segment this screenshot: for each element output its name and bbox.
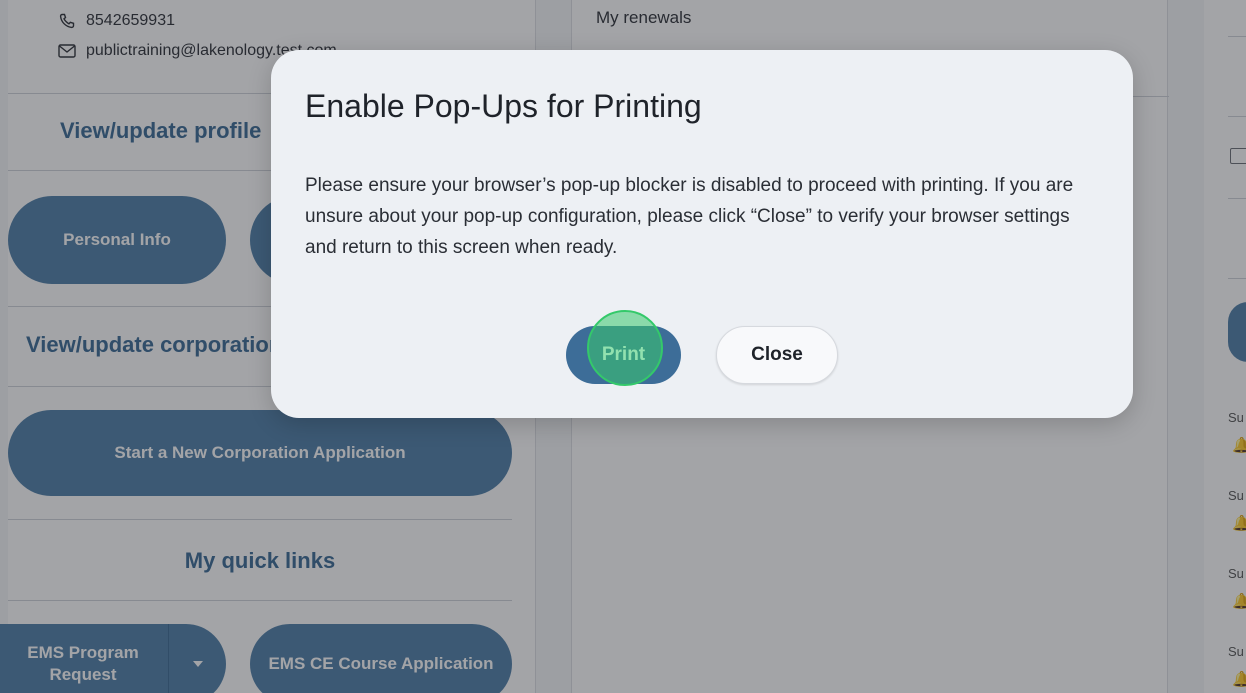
popup-dialog: Enable Pop-Ups for Printing Please ensur… — [271, 50, 1133, 418]
close-button[interactable]: Close — [716, 326, 838, 384]
dialog-title: Enable Pop-Ups for Printing — [305, 88, 702, 124]
print-button[interactable]: Print — [566, 326, 681, 384]
dialog-message: Please ensure your browser’s pop-up bloc… — [305, 175, 1074, 258]
